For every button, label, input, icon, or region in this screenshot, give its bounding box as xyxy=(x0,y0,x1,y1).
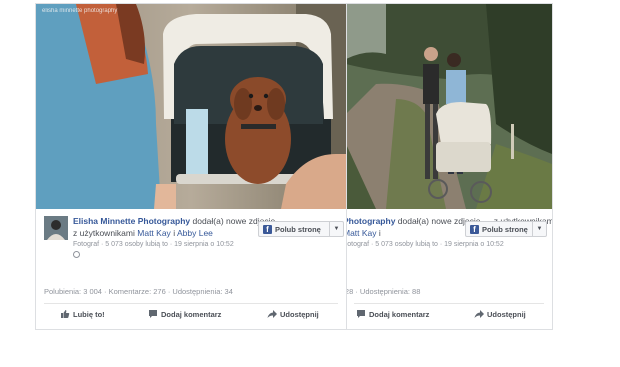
post-text: Photography dodał(a) nowe zdjęcie — z uż… xyxy=(345,215,552,250)
comment-icon xyxy=(356,309,366,319)
like-page-button[interactable]: f Polub stronę ▼ xyxy=(258,221,344,237)
post-meta: Fotograf · 5 073 osoby lubią to · 19 sie… xyxy=(345,241,504,248)
like-icon xyxy=(60,309,70,319)
post-photo-couple-with-pram[interactable] xyxy=(346,4,552,209)
page-name-link[interactable]: Photography xyxy=(346,216,395,226)
facebook-icon: f xyxy=(263,224,272,234)
post-meta: Fotograf · 5 073 osoby lubią to · 19 sie… xyxy=(73,240,288,260)
post-header: Elisha Minnette Photography dodał(a) now… xyxy=(36,214,346,276)
like-page-button[interactable]: f Polub stronę ▼ xyxy=(465,221,547,237)
post-meta-text: Fotograf · 5 073 osoby lubią to · 19 sie… xyxy=(73,241,234,248)
share-action-label: Udostępnij xyxy=(280,309,319,319)
tag-link-matt-kay[interactable]: Matt Kay xyxy=(137,228,171,238)
tag-link-abby-lee[interactable]: Abby Lee xyxy=(177,228,213,238)
share-icon xyxy=(267,309,277,319)
post-actions: Lubię to! Dodaj komentarz Udostępnij xyxy=(36,309,346,327)
post-text: Elisha Minnette Photography dodał(a) now… xyxy=(73,215,288,260)
share-action-label: Udostępnij xyxy=(487,309,526,319)
caret-down-icon[interactable]: ▼ xyxy=(329,222,343,236)
tag-link-matt-kay[interactable]: Matt Kay xyxy=(346,228,377,238)
share-action-button[interactable]: Udostępnij xyxy=(267,309,319,319)
post-header: Photography dodał(a) nowe zdjęcie — z uż… xyxy=(346,214,552,276)
like-page-label: Polub stronę xyxy=(275,224,321,234)
comment-icon xyxy=(148,309,158,319)
page-avatar[interactable] xyxy=(44,216,68,240)
post-card-couple: Photography dodał(a) nowe zdjęcie — z uż… xyxy=(345,3,553,330)
post-stats[interactable]: Polubienia: 3 004 · Komentarze: 276 · Ud… xyxy=(44,287,346,296)
like-page-label: Polub stronę xyxy=(482,224,528,234)
post-card-dog: elisha minnette photography Elisha Minne… xyxy=(35,3,347,330)
comment-action-label: Dodaj komentarz xyxy=(369,309,430,319)
comment-action-button[interactable]: Dodaj komentarz xyxy=(148,309,221,319)
facebook-icon: f xyxy=(470,224,479,234)
like-action-label: Lubię to! xyxy=(73,309,105,319)
share-icon xyxy=(474,309,484,319)
post-photo-dog-in-pram[interactable]: elisha minnette photography xyxy=(36,4,346,209)
caret-down-icon[interactable]: ▼ xyxy=(532,222,546,236)
photo-credit-watermark: elisha minnette photography xyxy=(42,8,118,14)
divider xyxy=(44,303,338,304)
share-action-button[interactable]: Udostępnij xyxy=(474,309,526,319)
globe-icon xyxy=(73,250,80,258)
conjunction-text: i xyxy=(173,228,176,238)
conjunction-text: i xyxy=(378,228,381,238)
post-stats[interactable]: arze: 228 · Udostępnienia: 88 xyxy=(346,287,552,296)
comment-action-label: Dodaj komentarz xyxy=(161,309,222,319)
divider xyxy=(354,303,544,304)
post-actions: Dodaj komentarz Udostępnij xyxy=(346,309,552,327)
page-name-link[interactable]: Elisha Minnette Photography xyxy=(73,216,190,226)
like-action-button[interactable]: Lubię to! xyxy=(60,309,105,319)
comment-action-button[interactable]: Dodaj komentarz xyxy=(356,309,429,319)
